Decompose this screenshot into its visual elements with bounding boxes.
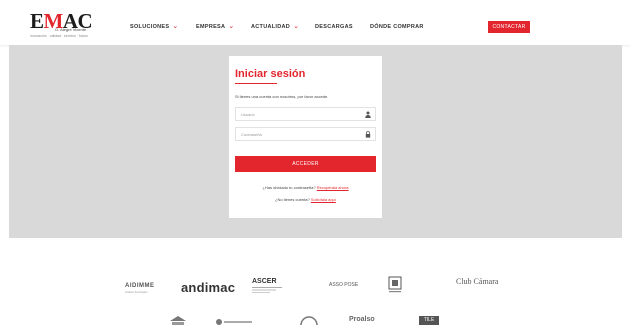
partner-logo-graphic[interactable] — [215, 316, 255, 325]
partner-logo-aidimme[interactable]: AIDIMME — [125, 283, 155, 289]
nav-item-actualidad[interactable]: ACTUALIDAD ⌄ — [251, 23, 299, 31]
username-input[interactable] — [236, 108, 361, 120]
login-description: Si tienes una cuenta con nosotros, por f… — [235, 94, 329, 99]
login-title: Iniciar sesión — [235, 68, 306, 80]
contact-button[interactable]: CONTACTAR — [488, 21, 530, 33]
chevron-down-icon: ⌄ — [228, 23, 235, 30]
nav-item-donde-comprar[interactable]: DÓNDE COMPRAR — [370, 23, 424, 31]
nav-item-empresa[interactable]: EMPRESA ⌄ — [196, 23, 234, 31]
partner-logo-asso[interactable]: ASSO POSE — [329, 283, 358, 288]
ascer-graphic — [252, 287, 282, 293]
request-account-link[interactable]: Solicítala aquí — [311, 197, 336, 202]
recover-password-link[interactable]: Recupérala ahora — [317, 185, 349, 190]
nav-item-descargas[interactable]: DESCARGAS — [315, 23, 353, 31]
password-field — [235, 127, 376, 141]
partner-seal-icon[interactable] — [300, 316, 318, 325]
chevron-down-icon: ⌄ — [293, 23, 300, 30]
partner-crest-icon[interactable] — [168, 316, 188, 325]
main-nav: SOLUCIONES ⌄ EMPRESA ⌄ ACTUALIDAD ⌄ DESCARG… — [0, 23, 631, 33]
partner-logo-aidimme-sub: Instituto Tecnológico — [125, 291, 148, 294]
partner-logo-andimac[interactable]: andimac — [181, 280, 235, 295]
chevron-down-icon: ⌄ — [172, 23, 179, 30]
username-field — [235, 107, 376, 121]
site-header: EMAC G. Alegre Vicente innovación · cali… — [0, 0, 631, 45]
login-card: Iniciar sesión Si tienes una cuenta con … — [229, 56, 382, 218]
logo-tagline: innovación · calidad · servicio · futuro — [30, 34, 88, 38]
partner-logo-ascer[interactable]: ASCER — [252, 278, 277, 285]
nav-item-soluciones[interactable]: SOLUCIONES ⌄ — [130, 23, 179, 31]
title-underline — [235, 83, 277, 84]
page: EMAC G. Alegre Vicente innovación · cali… — [0, 0, 631, 325]
partner-logo-proalso[interactable]: Proalso — [349, 316, 375, 323]
user-icon — [365, 111, 371, 118]
password-input[interactable] — [236, 128, 361, 140]
partner-emblem-icon[interactable] — [388, 276, 402, 294]
forgot-password-line: ¿Has olvidado tu contraseña? Recupérala … — [262, 185, 349, 190]
partner-logo-club-camara[interactable]: Club Cámara — [456, 278, 498, 286]
login-submit-button[interactable]: ACCEDER — [235, 156, 376, 172]
partner-logo-tile[interactable]: TILE — [419, 316, 439, 325]
register-line: ¿No tienes cuenta? Solicítala aquí — [275, 197, 336, 202]
lock-icon — [365, 131, 371, 138]
